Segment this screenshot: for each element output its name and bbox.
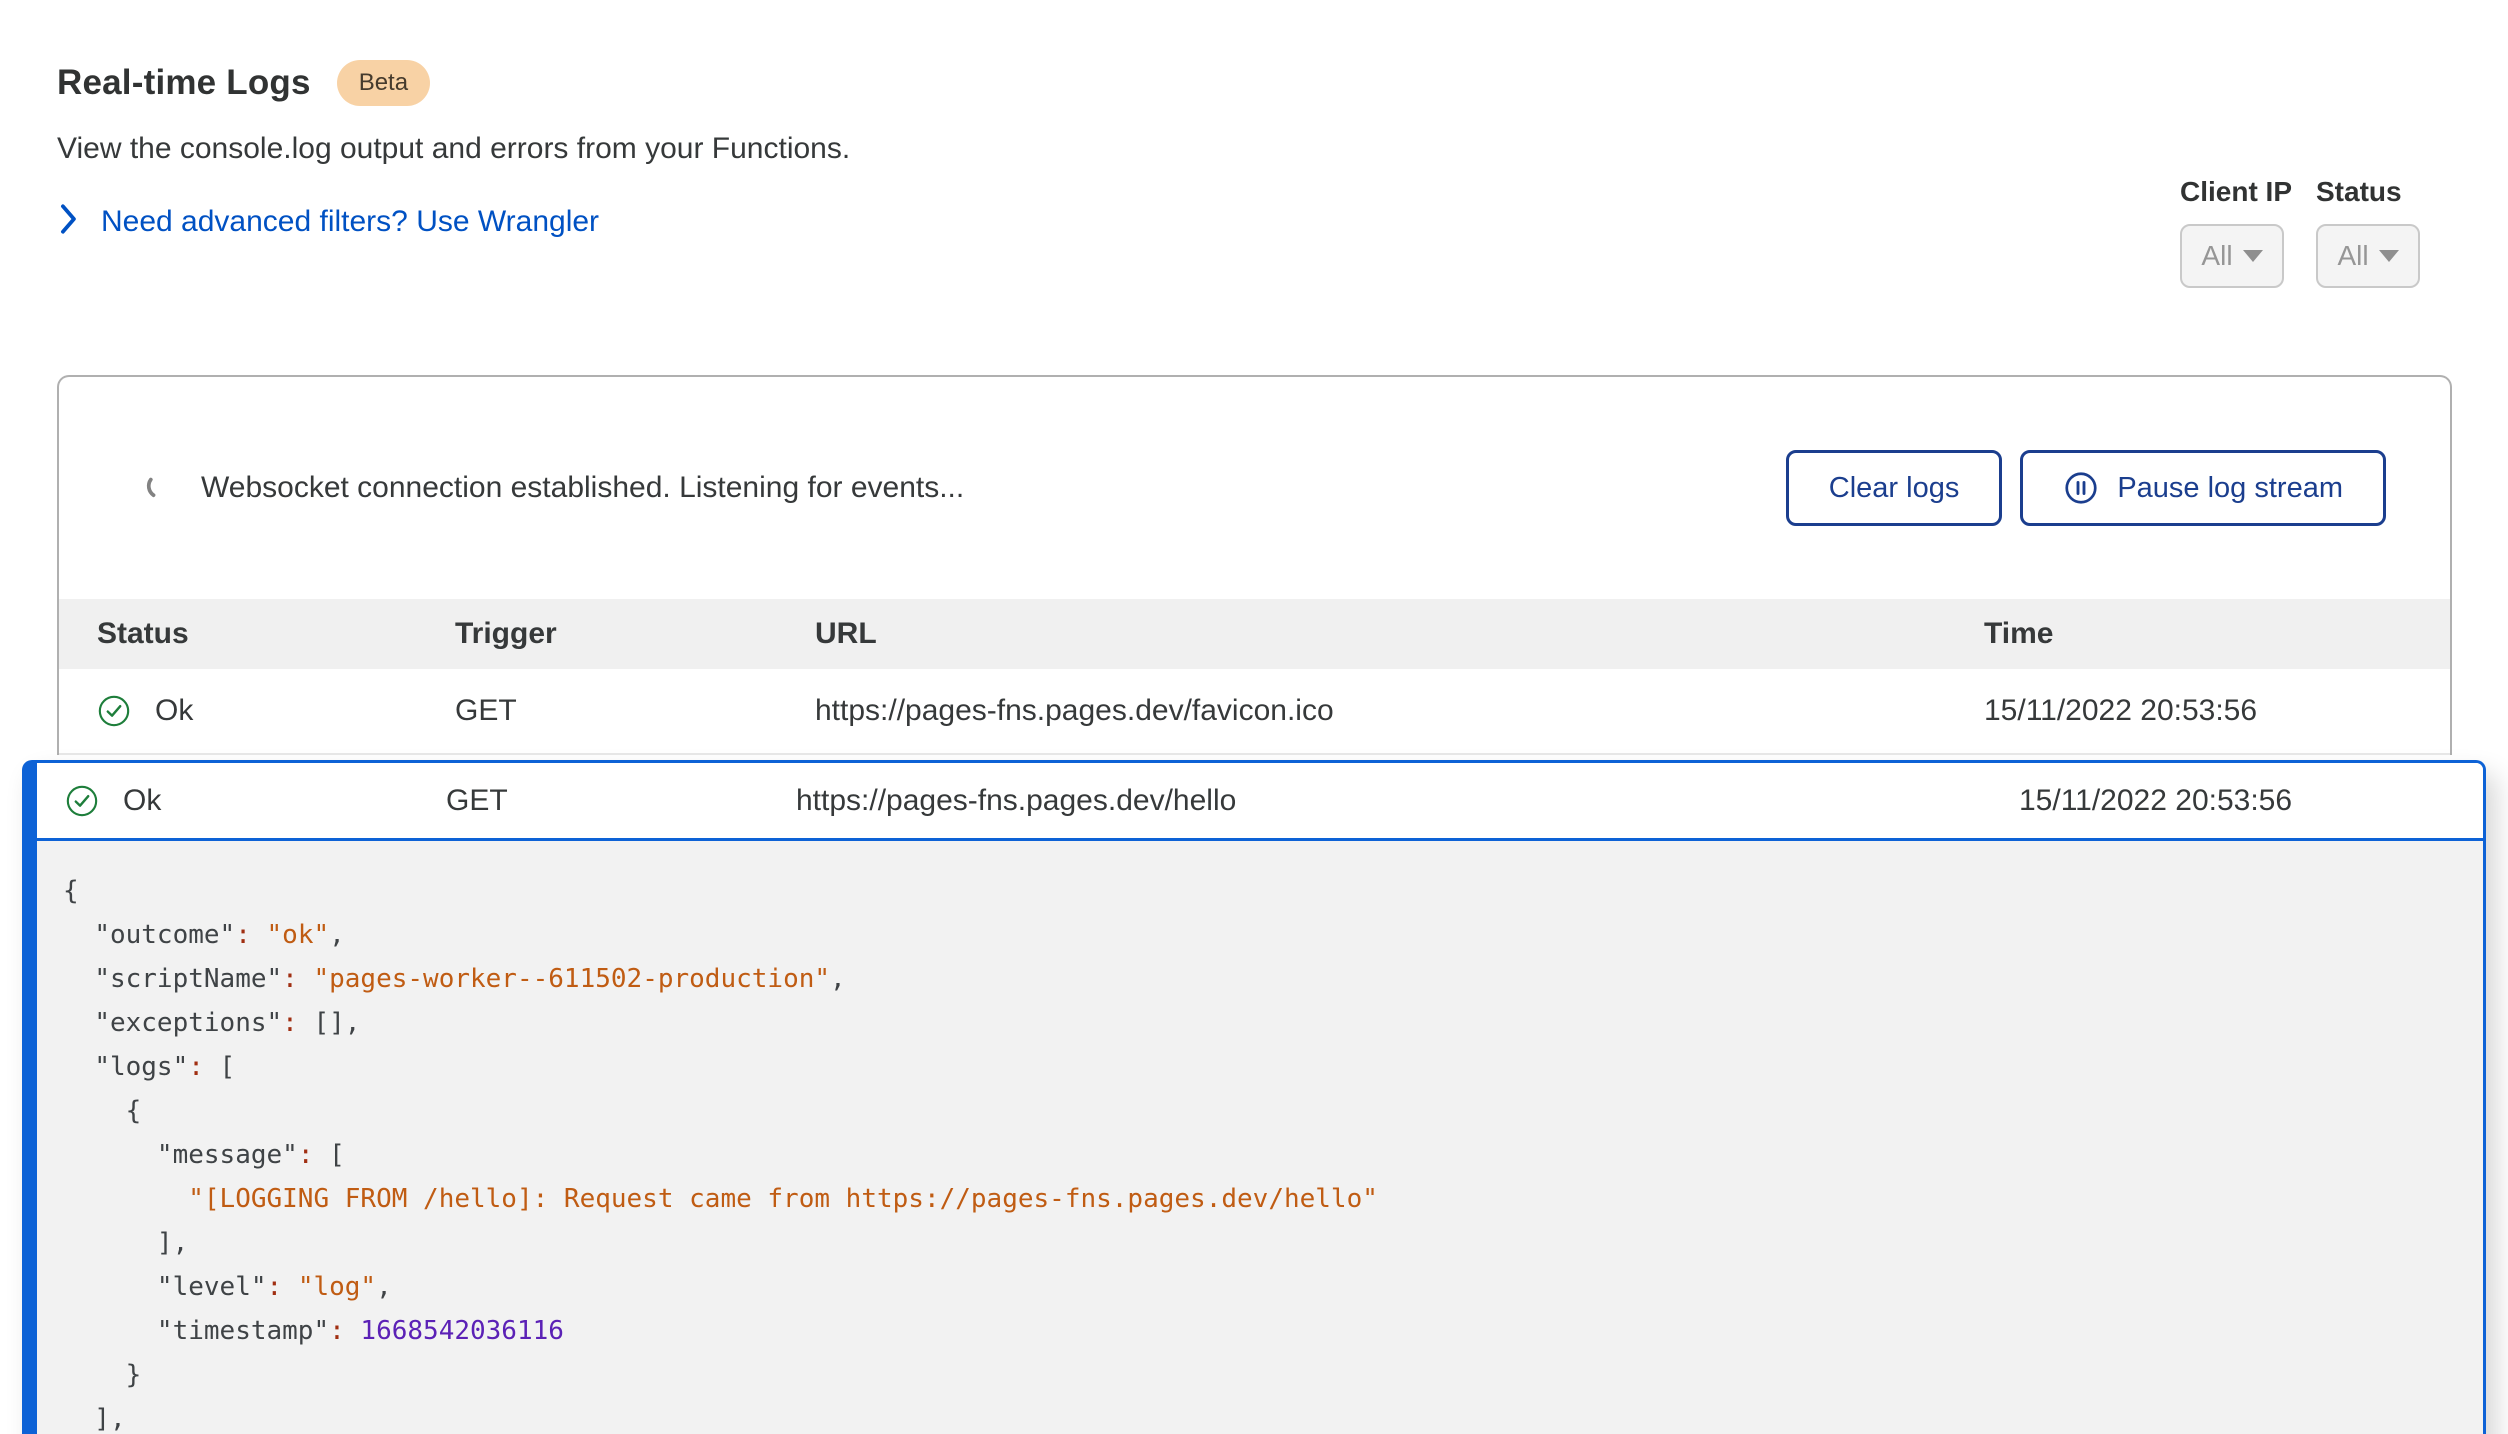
wrangler-link[interactable]: Need advanced filters? Use Wrangler [57,202,2451,241]
status-filter-select[interactable]: All [2316,224,2420,288]
page-subtitle: View the console.log output and errors f… [57,132,2451,166]
row-url: https://pages-fns.pages.dev/hello [796,784,2019,818]
code-line: "level": "log", [63,1265,2463,1309]
client-ip-filter-select[interactable]: All [2180,224,2284,288]
row-status: Ok [123,784,161,818]
row-url: https://pages-fns.pages.dev/favicon.ico [815,694,1984,728]
chevron-right-icon [57,202,79,241]
row-time: 15/11/2022 20:53:56 [2019,784,2459,818]
status-ok-icon [65,784,99,818]
code-line: "exceptions": [], [63,1001,2463,1045]
code-line: "logs": [ [63,1045,2463,1089]
log-filters: Client IP All Status All [2180,176,2420,288]
row-trigger: GET [455,694,815,728]
status-filter-label: Status [2316,176,2402,208]
code-line: } [63,1353,2463,1397]
caret-down-icon [2243,250,2263,262]
log-table-header: Status Trigger URL Time [59,599,2450,669]
code-line: ], [63,1397,2463,1434]
websocket-status-bar: Websocket connection established. Listen… [59,377,2450,599]
row-time: 15/11/2022 20:53:56 [1984,694,2426,728]
status-ok-icon [97,694,131,728]
client-ip-filter-value: All [2201,240,2232,272]
code-line: { [63,1089,2463,1133]
clear-logs-button[interactable]: Clear logs [1786,450,2003,526]
code-line: "[LOGGING FROM /hello]: Request came fro… [63,1177,2463,1221]
status-filter-value: All [2337,240,2368,272]
row-trigger: GET [446,784,796,818]
column-header-trigger: Trigger [455,617,815,651]
column-header-url: URL [815,617,1984,651]
page-header: Real-time Logs Beta View the console.log… [0,0,2508,241]
row-status: Ok [155,694,193,728]
code-line: "message": [ [63,1133,2463,1177]
client-ip-filter-label: Client IP [2180,176,2292,208]
column-header-time: Time [1984,617,2426,651]
code-line: "outcome": "ok", [63,913,2463,957]
websocket-status-text: Websocket connection established. Listen… [201,471,964,505]
clear-logs-label: Clear logs [1829,472,1960,505]
spinner-icon [145,471,175,506]
pause-log-stream-label: Pause log stream [2117,472,2343,505]
pause-circle-icon [2063,470,2099,506]
caret-down-icon [2379,250,2399,262]
wrangler-link-label: Need advanced filters? Use Wrangler [101,205,599,239]
log-table-row[interactable]: Ok GET https://pages-fns.pages.dev/favic… [59,669,2450,755]
page-title: Real-time Logs [57,63,311,103]
code-line: "timestamp": 1668542036116 [63,1309,2463,1353]
code-line: { [63,869,2463,913]
code-line: "scriptName": "pages-worker--611502-prod… [63,957,2463,1001]
pause-log-stream-button[interactable]: Pause log stream [2020,450,2386,526]
beta-badge: Beta [337,60,430,106]
logs-panel: Websocket connection established. Listen… [57,375,2452,755]
column-header-status: Status [97,617,455,651]
code-line: ], [63,1221,2463,1265]
log-detail-code: { "outcome": "ok", "scriptName": "pages-… [37,841,2483,1434]
expanded-log-entry: Ok GET https://pages-fns.pages.dev/hello… [22,760,2486,1434]
log-table-row-expanded[interactable]: Ok GET https://pages-fns.pages.dev/hello… [37,763,2483,841]
